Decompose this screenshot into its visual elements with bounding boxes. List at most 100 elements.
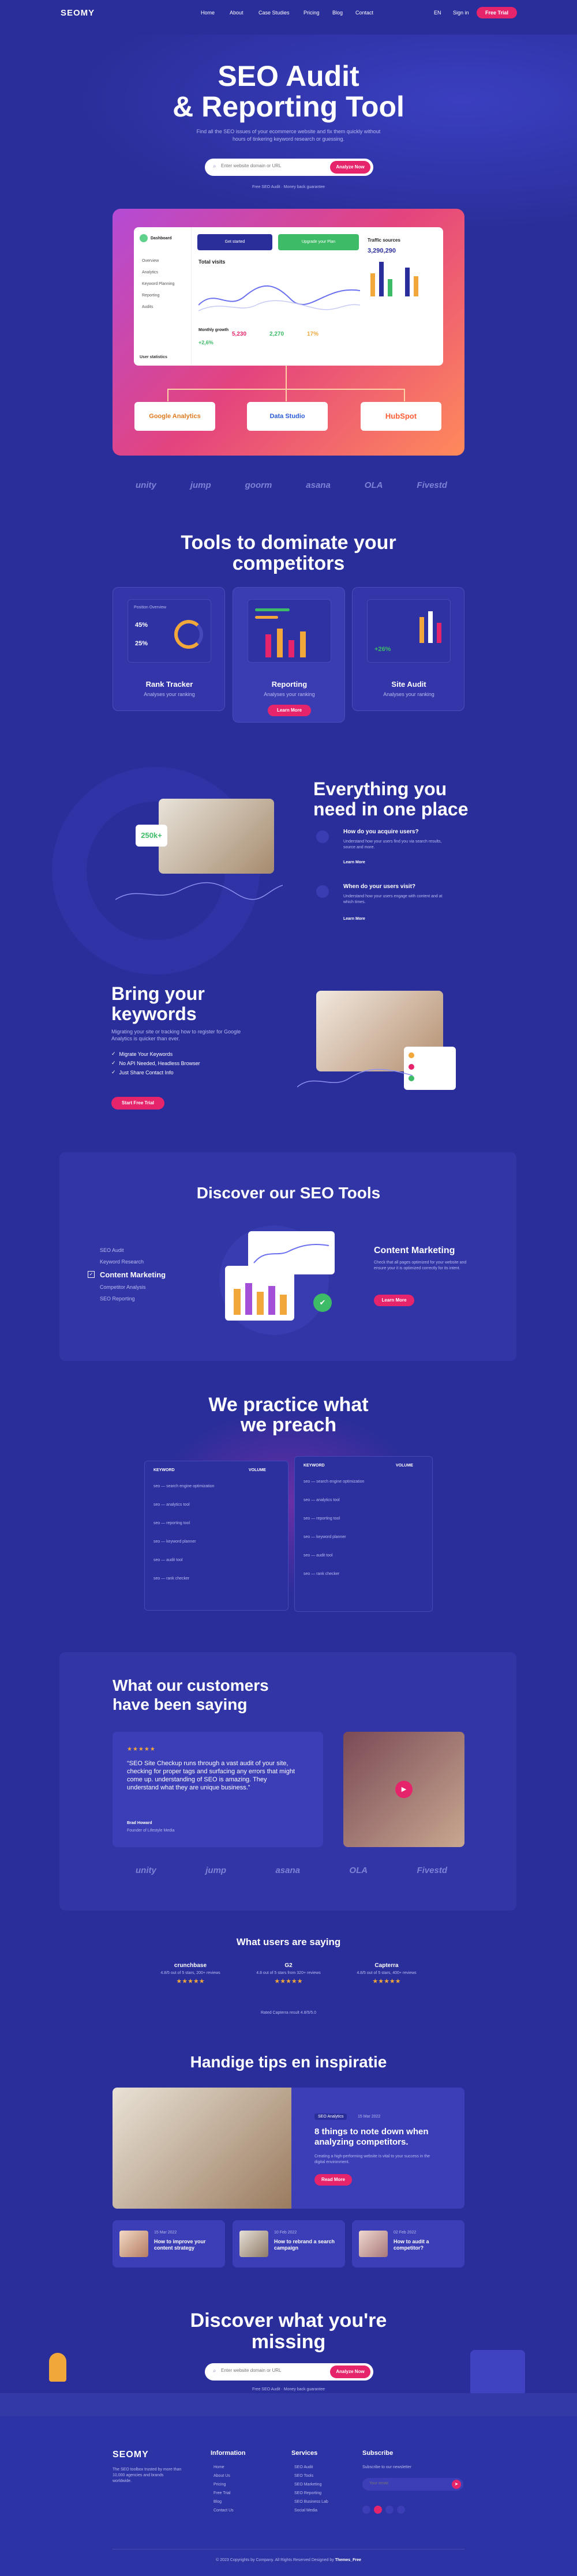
facebook-icon[interactable] — [362, 2506, 370, 2514]
avatar — [140, 234, 148, 242]
upgrade-plan-banner[interactable]: Upgrade your Plan — [278, 234, 359, 250]
discover-analyze-button[interactable]: Analyze Now — [330, 2366, 370, 2378]
footer-link[interactable]: SEO Reporting — [294, 2491, 321, 2495]
blog-featured-post[interactable]: SEO Analytics 15 Mar 2022 8 things to no… — [113, 2088, 464, 2209]
logo[interactable]: SEOMY — [61, 8, 95, 18]
active-tool-desc: Check that all pages optimized for your … — [374, 1261, 467, 1270]
footer-link[interactable]: SEO Marketing — [294, 2483, 321, 2487]
hero-analyze-button[interactable]: Analyze Now — [330, 161, 370, 174]
footer-link[interactable]: SEO Business Lab — [294, 2500, 328, 2504]
integration-hubspot[interactable]: HubSpot — [361, 402, 441, 431]
signin-link[interactable]: Sign in — [453, 10, 469, 16]
subscribe-email-input[interactable] — [369, 2481, 439, 2485]
feature-learn-more-link[interactable]: Learn More — [343, 917, 365, 921]
testimonials-title-line2: have been saying — [113, 1695, 248, 1713]
nav-link-pricing[interactable]: Pricing — [304, 10, 327, 16]
tool-list-item[interactable]: SEO Reporting — [100, 1296, 135, 1302]
rank-tracker-preview: Position Overview 45% 25% — [128, 599, 211, 663]
table-header: VOLUME — [396, 1464, 413, 1468]
tools-title-line1: Tools to dominate your — [181, 532, 396, 554]
blog-post-thumb — [239, 2231, 268, 2257]
footer-link[interactable]: SEO Tools — [294, 2474, 313, 2478]
discover-search-box: ⌕ Analyze Now — [205, 2363, 373, 2381]
partner-logos: unity jump asana OLA Fivestd — [136, 1866, 447, 1875]
discover-tools-learn-more-button[interactable]: Learn More — [374, 1295, 414, 1306]
instagram-icon[interactable] — [374, 2506, 382, 2514]
linkedin-icon[interactable] — [397, 2506, 405, 2514]
blog-post-title: How to rebrand a search campaign — [274, 2239, 335, 2251]
footer-link[interactable]: SEO Audit — [294, 2465, 313, 2469]
nav-link-blog[interactable]: Blog — [332, 10, 355, 16]
blog-post-card[interactable]: 15 Mar 2022 How to improve your content … — [113, 2220, 225, 2267]
footer-link[interactable]: Blog — [213, 2500, 222, 2504]
hero-search-box: ⌕ Analyze Now — [205, 159, 373, 176]
sidebar-item-overview[interactable]: Overview — [142, 259, 159, 263]
hero-url-input[interactable] — [221, 163, 308, 168]
footer-link[interactable]: About Us — [213, 2474, 230, 2478]
footer-col-title: Services — [291, 2450, 318, 2457]
tool-list-item[interactable]: Competitor Analysis — [100, 1284, 146, 1290]
users-icon — [316, 830, 329, 843]
footer-link[interactable]: Pricing — [213, 2483, 226, 2487]
reporting-learn-more-button[interactable]: Learn More — [268, 705, 311, 716]
rating-stars: ★★★★★ — [372, 1978, 401, 1985]
tool-list-item[interactable]: SEO Audit — [100, 1247, 124, 1253]
footer-link[interactable]: Home — [213, 2465, 224, 2469]
table-row: seo — rank checker — [304, 1572, 340, 1576]
language-selector[interactable]: EN — [434, 10, 441, 16]
testimonial-video[interactable]: ▶ — [343, 1732, 464, 1847]
nav-link-case-studies[interactable]: Case Studies — [258, 10, 299, 16]
integration-data-studio[interactable]: Data Studio — [247, 402, 328, 431]
sidebar-item-keyword-planning[interactable]: Keyword Planning — [142, 282, 174, 286]
bar — [280, 1295, 287, 1315]
start-free-trial-button[interactable]: Start Free Trial — [111, 1097, 164, 1110]
nav-link-contact[interactable]: Contact — [355, 10, 384, 16]
tool-card-reporting[interactable]: Reporting Analyses your ranking Learn Mo… — [233, 587, 345, 723]
table-row: seo — analytics tool — [153, 1503, 190, 1507]
footer-link[interactable]: Free Trial — [213, 2491, 231, 2495]
tool-list-item[interactable]: Keyword Research — [100, 1259, 144, 1265]
blog-read-more-button[interactable]: Read More — [314, 2174, 352, 2186]
footer-link[interactable]: Contact Us — [213, 2509, 234, 2513]
feature-learn-more-link[interactable]: Learn More — [343, 860, 365, 864]
site-audit-preview: +26% — [367, 599, 451, 663]
integration-google-analytics[interactable]: Google Analytics — [134, 402, 215, 431]
everything-title-line1: Everything you — [313, 779, 447, 799]
active-tool-title: Content Marketing — [374, 1246, 455, 1255]
nav-link-about[interactable]: About — [230, 10, 253, 16]
send-icon[interactable]: ➤ — [452, 2480, 461, 2489]
progress-bar — [255, 608, 290, 611]
dashboard-sidebar: Dashboard Overview Analytics Keyword Pla… — [134, 227, 192, 366]
table-row: seo — keyword planner — [153, 1540, 196, 1544]
nav-link-home[interactable]: Home — [201, 10, 224, 16]
footer-link[interactable]: Social Media — [294, 2509, 317, 2513]
brand-name: crunchbase — [174, 1962, 207, 1969]
tool-card-title: Reporting — [271, 680, 308, 689]
search-icon: ⌕ — [213, 2368, 216, 2374]
footer-logo[interactable]: SEOMY — [113, 2450, 149, 2460]
twitter-icon[interactable] — [385, 2506, 394, 2514]
blog-featured-title[interactable]: 8 things to note down when analyzing com… — [314, 2127, 441, 2148]
sidebar-item-audits[interactable]: Audits — [142, 305, 153, 309]
tool-list-item-active[interactable]: Content Marketing — [100, 1270, 166, 1279]
keyword-bullet: ✓ No API Needed, Headless Browser — [111, 1060, 200, 1066]
sidebar-item-reporting[interactable]: Reporting — [142, 294, 159, 298]
sidebar-item-analytics[interactable]: Analytics — [142, 270, 158, 274]
bar — [428, 611, 433, 643]
footer-col-title: Subscribe — [362, 2450, 394, 2457]
tool-card-desc: Analyses your ranking — [264, 691, 315, 697]
testimonial-quote: “SEO Site Checkup runs through a vast au… — [127, 1760, 295, 1791]
blog-post-card[interactable]: 02 Feb 2022 How to audit a competitor? — [352, 2220, 464, 2267]
review-brand-g2: G2 4.8 out of 5 stars from 320+ reviews … — [245, 1962, 332, 1985]
play-icon[interactable]: ▶ — [395, 1781, 413, 1798]
get-started-banner[interactable]: Get started — [197, 234, 272, 250]
discover-url-input[interactable] — [221, 2368, 308, 2373]
feature-desc: Understand how your users engage with co… — [343, 894, 443, 904]
blog-post-card[interactable]: 10 Feb 2022 How to rebrand a search camp… — [233, 2220, 345, 2267]
tool-card-desc: Analyses your ranking — [144, 691, 195, 697]
reporting-preview — [248, 599, 331, 663]
free-trial-button[interactable]: Free Trial — [477, 7, 517, 18]
tool-card-rank-tracker[interactable]: Position Overview 45% 25% Rank Tracker A… — [113, 587, 225, 711]
tool-card-site-audit[interactable]: +26% Site Audit Analyses your ranking — [352, 587, 464, 711]
designer-link[interactable]: Themes_Free — [335, 2558, 361, 2562]
